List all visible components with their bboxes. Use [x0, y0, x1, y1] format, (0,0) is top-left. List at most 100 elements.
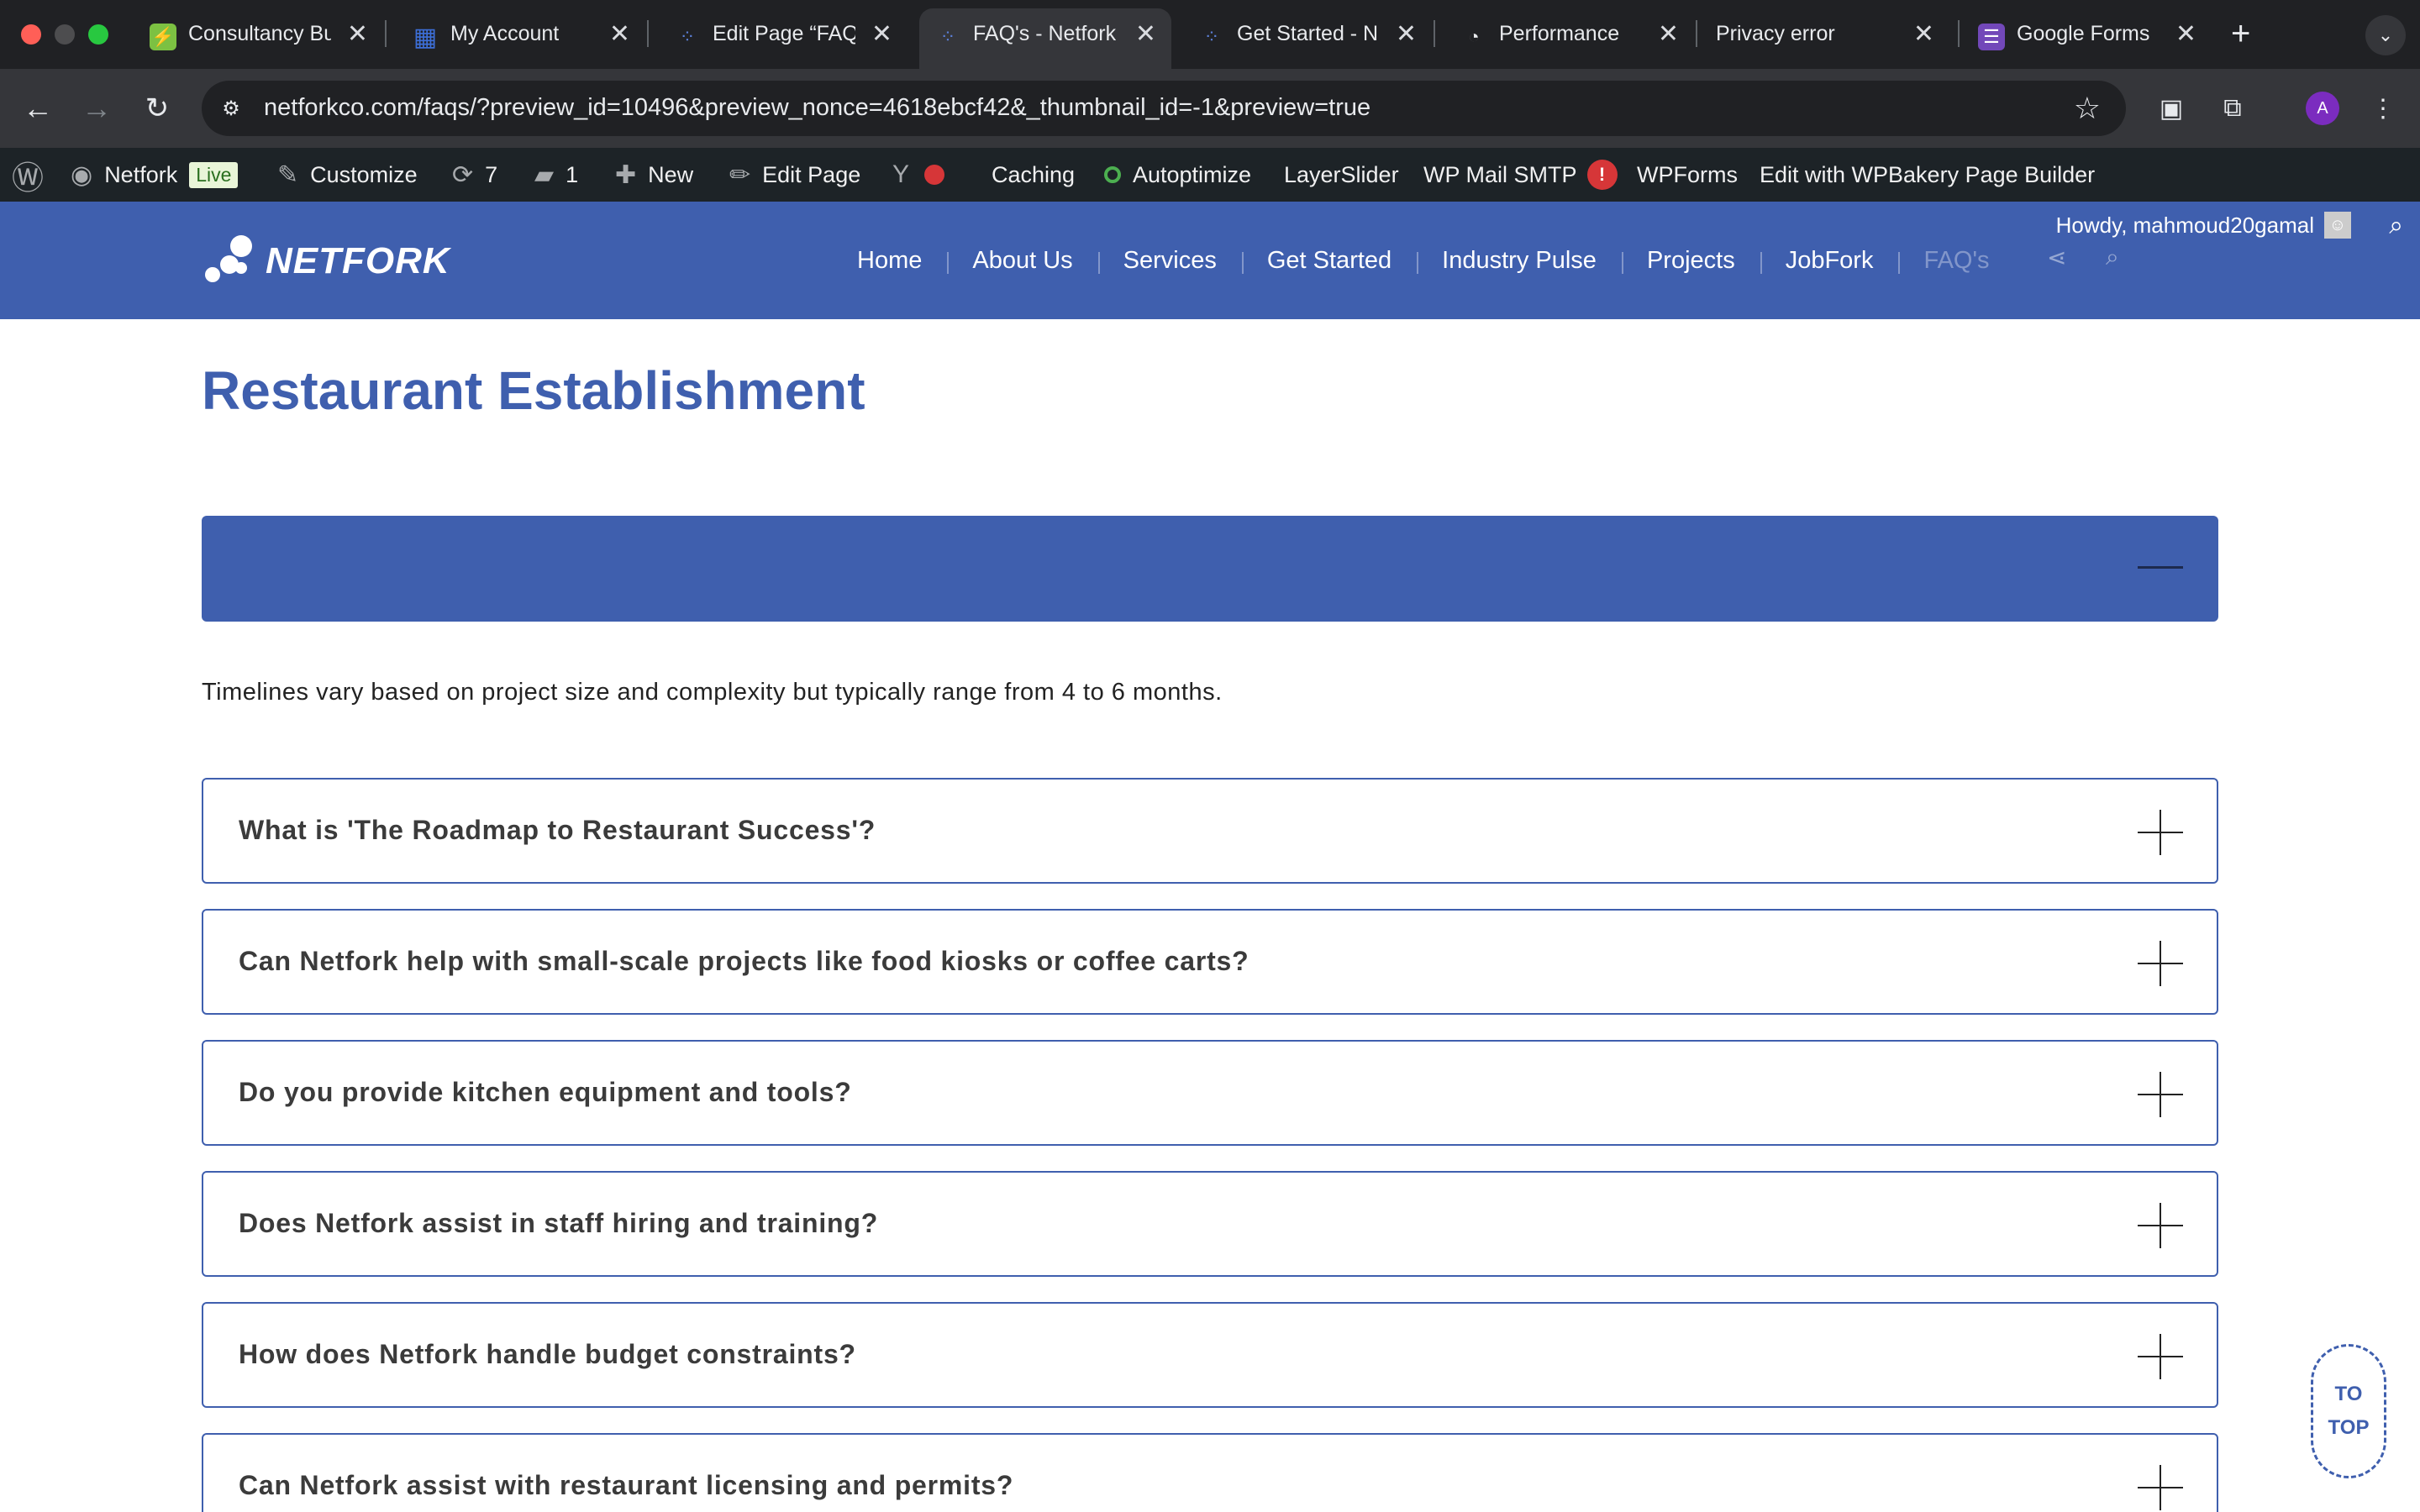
- close-tab-icon[interactable]: ✕: [871, 20, 892, 49]
- tab-divider: [1958, 20, 1960, 47]
- new-tab-button[interactable]: +: [2231, 15, 2250, 52]
- expand-plus-icon[interactable]: [2138, 941, 2183, 986]
- customize-link[interactable]: ✎ Customize: [277, 148, 418, 202]
- address-bar[interactable]: ⚙ netforkco.com/faqs/?preview_id=10496&p…: [202, 81, 2126, 136]
- faq-item[interactable]: What is 'The Roadmap to Restaurant Succe…: [202, 778, 2218, 884]
- tab-title: Performance: [1499, 22, 1620, 45]
- share-icon[interactable]: ⋖: [2047, 244, 2066, 271]
- faq-question[interactable]: Does Netfork assist in staff hiring and …: [239, 1208, 878, 1239]
- faq-question[interactable]: Can Netfork help with small-scale projec…: [239, 946, 1249, 977]
- faq-item[interactable]: How does Netfork handle budget constrain…: [202, 1302, 2218, 1408]
- forms-icon: ☰: [1978, 24, 2005, 50]
- updates-link[interactable]: ⟳ 7: [452, 148, 497, 202]
- wordpress-logo-icon[interactable]: Ⓦ: [12, 148, 44, 202]
- wpforms-link[interactable]: WPForms: [1637, 148, 1738, 202]
- wp-mail-smtp-link[interactable]: WP Mail SMTP !: [1423, 148, 1618, 202]
- extension-icon[interactable]: ▣: [2154, 91, 2189, 126]
- faq-question[interactable]: Do you provide kitchen equipment and too…: [239, 1077, 852, 1108]
- menu-item-projects[interactable]: Projects: [1621, 247, 1760, 275]
- autoptimize-link[interactable]: Autoptimize: [1104, 148, 1251, 202]
- new-label: New: [648, 161, 694, 187]
- seo-status-dot: [924, 165, 945, 185]
- edit-page-label: Edit Page: [762, 161, 861, 187]
- customize-label: Customize: [310, 161, 418, 187]
- site-name-menu[interactable]: ◉ Netfork Live: [71, 148, 239, 202]
- faq-item[interactable]: Does Netfork assist in staff hiring and …: [202, 1171, 2218, 1277]
- browser-tab[interactable]: ▦ My Account ✕: [397, 8, 645, 69]
- menu-item-home[interactable]: Home: [832, 247, 947, 275]
- netfork-icon: ⁘: [939, 26, 956, 47]
- header-search-icon[interactable]: ⌕: [2106, 244, 2119, 271]
- tab-divider: [1434, 20, 1435, 47]
- alert-badge: !: [1586, 160, 1618, 190]
- back-arrow-icon[interactable]: ←: [17, 87, 59, 129]
- expand-plus-icon[interactable]: [2138, 1465, 2183, 1510]
- forward-arrow-icon[interactable]: →: [76, 87, 118, 129]
- browser-tab[interactable]: Privacy error ✕: [1701, 8, 1949, 69]
- expand-plus-icon[interactable]: [2138, 1334, 2183, 1379]
- browser-toolbar: ← → ↻ ⚙ netforkco.com/faqs/?preview_id=1…: [0, 69, 2420, 148]
- browser-tab-active[interactable]: ⁘ FAQ's - Netfork ✕: [919, 8, 1171, 69]
- expand-plus-icon[interactable]: [2138, 1203, 2183, 1248]
- tab-search-chevron-icon[interactable]: ⌄: [2365, 15, 2406, 55]
- comments-link[interactable]: ▰ 1: [534, 148, 578, 202]
- edit-page-link[interactable]: ✏ Edit Page: [729, 148, 860, 202]
- browser-tab[interactable]: ⁘ Get Started - N ✕: [1183, 8, 1432, 69]
- profile-avatar[interactable]: A: [2306, 92, 2339, 125]
- faq-question[interactable]: How does Netfork handle budget constrain…: [239, 1339, 856, 1370]
- menu-item-faqs[interactable]: FAQ's: [1898, 247, 2014, 275]
- menu-item-industry-pulse[interactable]: Industry Pulse: [1417, 247, 1622, 275]
- wp-mail-smtp-label: WP Mail SMTP: [1423, 161, 1577, 187]
- leaf-icon: ⚡: [150, 24, 176, 50]
- faq-question[interactable]: Can Netfork assist with restaurant licen…: [239, 1470, 1013, 1501]
- menu-item-services[interactable]: Services: [1097, 247, 1242, 275]
- faq-item-expanded[interactable]: [202, 516, 2218, 622]
- more-menu-icon[interactable]: ⋮: [2365, 91, 2401, 126]
- to-top-label: TO: [2334, 1383, 2363, 1405]
- close-tab-icon[interactable]: ✕: [1913, 20, 1934, 49]
- faq-item[interactable]: Can Netfork assist with restaurant licen…: [202, 1433, 2218, 1512]
- close-tab-icon[interactable]: ✕: [347, 20, 368, 49]
- reload-icon[interactable]: ↻: [136, 87, 178, 129]
- faq-item[interactable]: Do you provide kitchen equipment and too…: [202, 1040, 2218, 1146]
- menu-item-get-started[interactable]: Get Started: [1241, 247, 1417, 275]
- netfork-logo[interactable]: NETFORK: [205, 232, 450, 291]
- yoast-seo-link[interactable]: Y: [892, 148, 945, 202]
- expand-plus-icon[interactable]: [2138, 810, 2183, 855]
- expand-plus-icon[interactable]: [2138, 1072, 2183, 1117]
- close-tab-icon[interactable]: ✕: [1135, 20, 1156, 49]
- admin-search-icon[interactable]: ⌕: [2389, 212, 2403, 240]
- close-tab-icon[interactable]: ✕: [609, 20, 630, 49]
- close-tab-icon[interactable]: ✕: [2175, 20, 2196, 49]
- yoast-icon: Y: [892, 160, 910, 188]
- window-minimize-button[interactable]: [55, 24, 75, 45]
- window-close-button[interactable]: [21, 24, 41, 45]
- browser-tab[interactable]: ◔ Performance ✕: [1445, 8, 1694, 69]
- window-maximize-button[interactable]: [88, 24, 108, 45]
- to-top-label: TOP: [2328, 1416, 2370, 1439]
- browser-tab[interactable]: ☰ Google Forms ✕: [1963, 8, 2212, 69]
- main-menu: Home About Us Services Get Started Indus…: [832, 202, 2015, 319]
- menu-item-about-us[interactable]: About Us: [947, 247, 1097, 275]
- bookmark-star-icon[interactable]: ☆: [2074, 91, 2101, 126]
- menu-item-jobfork[interactable]: JobFork: [1760, 247, 1899, 275]
- site-info-icon[interactable]: ⚙: [217, 94, 245, 123]
- howdy-label: Howdy, mahmoud20gamal: [2055, 212, 2314, 238]
- new-content-link[interactable]: ✚ New: [615, 148, 693, 202]
- wpbakery-edit-link[interactable]: Edit with WPBakery Page Builder: [1760, 148, 2095, 202]
- faq-item[interactable]: Can Netfork help with small-scale projec…: [202, 909, 2218, 1015]
- faq-question[interactable]: What is 'The Roadmap to Restaurant Succe…: [239, 815, 876, 846]
- close-tab-icon[interactable]: ✕: [1658, 20, 1679, 49]
- scroll-to-top-button[interactable]: TO TOP: [2311, 1344, 2386, 1478]
- layerslider-link[interactable]: LayerSlider: [1284, 148, 1399, 202]
- browser-tab[interactable]: ⚡ Consultancy Bu ✕: [134, 8, 383, 69]
- close-tab-icon[interactable]: ✕: [1396, 20, 1417, 49]
- url-text[interactable]: netforkco.com/faqs/?preview_id=10496&pre…: [264, 94, 1370, 122]
- dashboard-icon: ◉: [71, 160, 93, 189]
- logo-text: NETFORK: [266, 240, 450, 281]
- browser-tab[interactable]: ⁘ Edit Page “FAQ ✕: [659, 8, 908, 69]
- caching-link[interactable]: Caching: [992, 148, 1075, 202]
- extensions-puzzle-icon[interactable]: ⧉: [2215, 91, 2250, 126]
- account-menu[interactable]: Howdy, mahmoud20gamal ☺: [2056, 212, 2351, 239]
- collapse-minus-icon[interactable]: [2138, 566, 2183, 569]
